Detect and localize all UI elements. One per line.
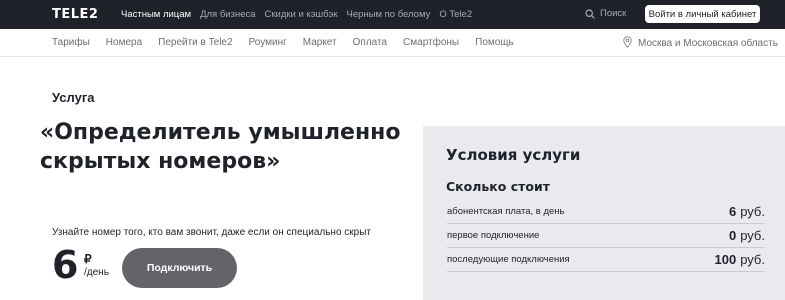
login-cabinet-button[interactable]: Войти в личный кабинет: [645, 5, 760, 23]
search-icon: [585, 8, 595, 19]
location-pin-icon: [623, 36, 632, 51]
subnav-item-market[interactable]: Маркет: [303, 37, 337, 48]
cost-row: абонентская плата, в день 6 руб.: [447, 200, 765, 224]
cost-subtitle: Сколько стоит: [446, 179, 550, 194]
service-description: Узнайте номер того, кто вам звонит, даже…: [52, 227, 371, 238]
subnav-item-help[interactable]: Помощь: [475, 37, 514, 48]
top-header: TELE2 Частным лицам Для бизнеса Скидки и…: [0, 0, 785, 29]
cost-row: последующие подключения 100 руб.: [447, 248, 765, 272]
price-value: 6: [52, 243, 79, 287]
subnav-item-tariffs[interactable]: Тарифы: [52, 37, 90, 48]
region-label: Москва и Московская область: [638, 38, 778, 49]
search-link[interactable]: Поиск: [585, 8, 626, 19]
subnav-item-payment[interactable]: Оплата: [353, 37, 387, 48]
conditions-panel: Условия услуги Сколько стоит абонентская…: [423, 126, 785, 300]
service-category-label: Услуга: [52, 90, 95, 105]
top-nav-item-private[interactable]: Частным лицам: [121, 9, 191, 20]
cost-row-label: последующие подключения: [447, 254, 570, 265]
cost-row: первое подключение 0 руб.: [447, 224, 765, 248]
top-nav-item-about[interactable]: О Tele2: [439, 9, 472, 20]
subnav-item-smartphones[interactable]: Смартфоны: [403, 37, 459, 48]
cost-row-value: 100: [714, 252, 737, 267]
connect-button[interactable]: Подключить: [122, 248, 237, 288]
subnav-item-numbers[interactable]: Номера: [106, 37, 142, 48]
cost-row-label: абонентская плата, в день: [447, 206, 565, 217]
subnav-item-roaming[interactable]: Роуминг: [249, 37, 287, 48]
sub-nav: Тарифы Номера Перейти в Tele2 Роуминг Ма…: [0, 29, 785, 57]
region-selector[interactable]: Москва и Московская область: [623, 36, 778, 51]
subnav-item-switch[interactable]: Перейти в Tele2: [158, 37, 232, 48]
price-period: /день: [84, 267, 109, 278]
cost-table: абонентская плата, в день 6 руб. первое …: [447, 200, 765, 272]
cost-row-unit: руб.: [740, 228, 765, 243]
page-title: «Определитель умышленно скрытых номеров»: [40, 120, 401, 174]
cost-row-value: 6: [728, 204, 737, 219]
top-nav: Частным лицам Для бизнеса Скидки и кэшбэ…: [121, 9, 481, 20]
top-nav-item-black-on-white[interactable]: Черным по белому: [347, 9, 431, 20]
cost-row-value: 0: [728, 228, 737, 243]
top-nav-item-business[interactable]: Для бизнеса: [200, 9, 255, 20]
top-nav-item-discounts[interactable]: Скидки и кэшбэк: [265, 9, 338, 20]
price-currency: ₽: [84, 252, 92, 266]
cost-row-unit: руб.: [740, 252, 765, 267]
cost-row-unit: руб.: [740, 204, 765, 219]
cost-row-label: первое подключение: [447, 230, 540, 241]
tele2-logo[interactable]: TELE2: [52, 7, 98, 22]
search-label: Поиск: [600, 8, 627, 19]
conditions-title: Условия услуги: [446, 146, 581, 164]
